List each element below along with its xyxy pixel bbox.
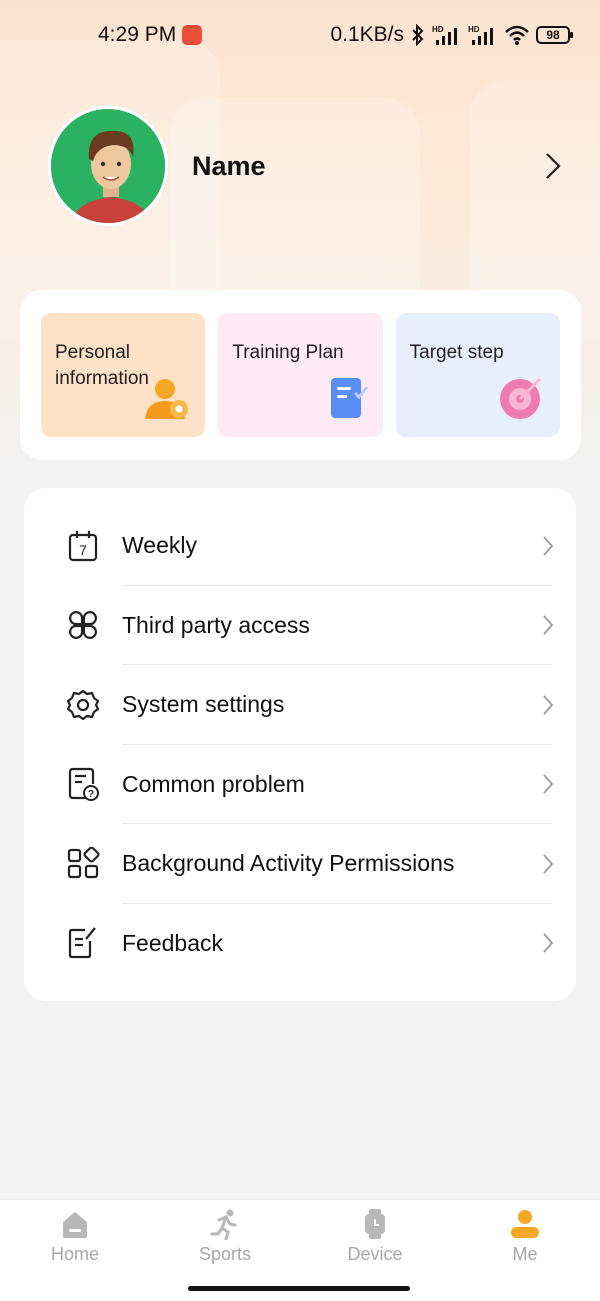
bluetooth-icon	[412, 24, 424, 46]
chevron-right-icon	[543, 933, 554, 953]
menu-item-system-settings[interactable]: System settings	[24, 665, 576, 745]
status-time: 4:29 PM	[98, 23, 177, 46]
menu-item-background-activity-permissions[interactable]: Background Activity Permissions	[24, 824, 576, 904]
tab-home[interactable]: Home	[0, 1200, 150, 1301]
wifi-icon	[505, 25, 529, 45]
menu-label: Feedback	[122, 929, 224, 956]
signal-hd-icon: HD	[468, 25, 493, 45]
chevron-right-icon	[543, 854, 554, 874]
menu-label: Background Activity Permissions	[122, 850, 455, 877]
person-icon	[511, 1210, 539, 1238]
svg-text:HD: HD	[432, 25, 444, 34]
tile-label: Training Plan	[232, 342, 344, 363]
gear-icon	[66, 689, 100, 720]
calendar-7-icon: 7	[68, 530, 98, 561]
svg-text:HD: HD	[468, 25, 480, 34]
watch-icon	[365, 1209, 385, 1239]
svg-text:?: ?	[88, 789, 94, 800]
app-badge-icon	[182, 25, 203, 45]
target-step-tile[interactable]: Target step	[395, 313, 560, 437]
tile-label: Personal information	[55, 342, 149, 389]
chevron-right-icon	[543, 774, 554, 794]
tab-label: Me	[512, 1244, 538, 1264]
chevron-right-icon	[543, 695, 554, 715]
home-icon	[63, 1212, 87, 1238]
apps-grid-icon	[67, 846, 100, 878]
tab-label: Device	[347, 1244, 403, 1264]
personal-information-tile[interactable]: Personal information	[41, 313, 206, 437]
menu-item-feedback[interactable]: Feedback	[24, 904, 576, 984]
signal-hd-icon: HD	[432, 25, 457, 45]
chevron-right-icon[interactable]	[544, 151, 562, 181]
edit-note-icon	[68, 927, 96, 959]
avatar-icon[interactable]	[48, 106, 168, 226]
question-doc-icon: ?	[68, 768, 99, 802]
profile-name: Name	[192, 150, 266, 181]
tab-label: Sports	[198, 1244, 252, 1264]
tab-label: Home	[50, 1244, 99, 1264]
menu-label: System settings	[122, 691, 285, 718]
person-gear-icon	[145, 379, 189, 419]
target-icon	[499, 377, 542, 419]
menu-item-weekly[interactable]: 7 Weekly	[24, 506, 576, 586]
network-speed: 0.1KB/s	[330, 23, 404, 46]
chevron-right-icon	[543, 536, 554, 556]
menu-label: Weekly	[122, 532, 197, 559]
status-bar: 4:29 PM 0.1KB/s HD HD 98	[0, 0, 600, 70]
chevron-right-icon	[543, 615, 554, 635]
menu-list: 7 Weekly Third party access System setti…	[24, 488, 576, 1001]
battery-icon: 98	[536, 26, 573, 44]
training-plan-tile[interactable]: Training Plan	[218, 313, 383, 437]
tile-label: Target step	[409, 342, 504, 363]
document-icon	[330, 378, 368, 418]
svg-text:7: 7	[79, 542, 87, 558]
menu-item-common-problem[interactable]: ? Common problem	[24, 745, 576, 825]
home-indicator[interactable]	[188, 1286, 410, 1291]
clover-icon	[69, 611, 97, 640]
profile-row[interactable]: Name	[48, 106, 568, 226]
menu-item-third-party-access[interactable]: Third party access	[24, 586, 576, 666]
running-icon	[210, 1209, 237, 1240]
menu-label: Common problem	[122, 770, 305, 797]
quick-actions-card: Personal information Training Plan Targe…	[20, 290, 581, 460]
tab-me[interactable]: Me	[450, 1200, 600, 1301]
battery-level: 98	[546, 28, 560, 42]
menu-label: Third party access	[122, 611, 310, 638]
